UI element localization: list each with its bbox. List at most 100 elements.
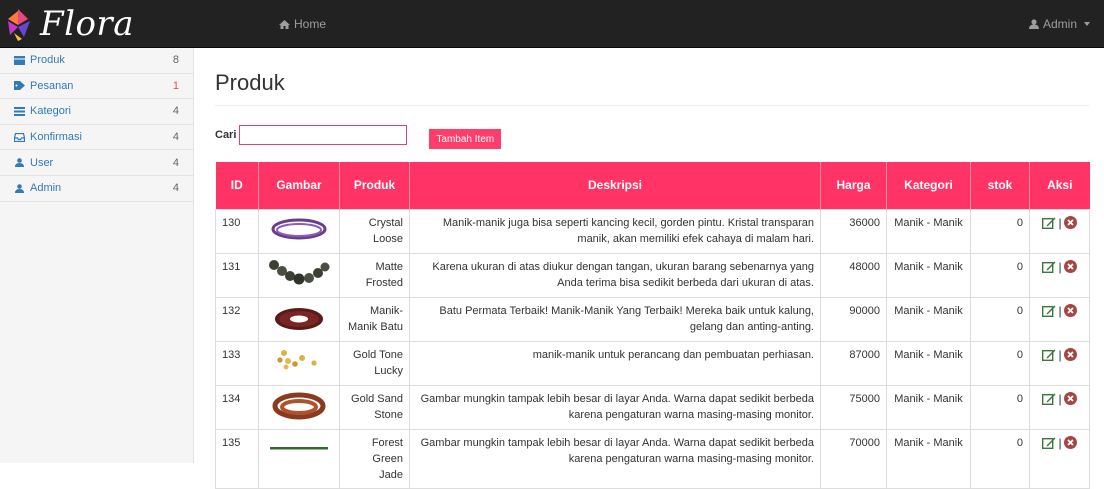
sidebar-item-konfirmasi[interactable]: Konfirmasi 4 (0, 125, 193, 151)
cell-description: Manik-manik juga bisa seperti kancing ke… (409, 208, 821, 254)
flora-logo-icon (8, 9, 30, 41)
sidebar-item-admin[interactable]: Admin 4 (0, 176, 193, 202)
column-header-image[interactable]: Gambar (258, 162, 340, 209)
edit-icon[interactable] (1042, 437, 1056, 449)
column-header-product[interactable]: Produk (339, 162, 410, 209)
green-bead-strand-icon[interactable] (268, 435, 330, 455)
cell-description: manik-manik untuk perancang dan pembuata… (409, 340, 821, 386)
delete-icon[interactable] (1063, 436, 1077, 450)
user-menu-label: Admin (1042, 17, 1077, 31)
cell-category: Manik - Manik (886, 340, 971, 386)
cell-price: 70000 (820, 428, 887, 489)
delete-icon[interactable] (1063, 260, 1077, 274)
goldstone-bead-strand-icon[interactable] (271, 391, 327, 421)
list-icon (14, 106, 25, 116)
column-header-id[interactable]: ID (215, 162, 259, 209)
cell-id: 130 (215, 208, 259, 254)
cell-actions: | (1029, 252, 1090, 298)
main-content: Produk Cari Tambah Item ID Gambar Produk… (215, 48, 1090, 489)
action-separator: | (1058, 435, 1062, 450)
purple-bead-strand-icon[interactable] (269, 215, 329, 241)
user-icon (1028, 19, 1039, 29)
action-separator: | (1058, 303, 1062, 318)
inbox-icon (14, 132, 25, 142)
add-item-button[interactable]: Tambah Item (429, 129, 502, 149)
cell-category: Manik - Manik (886, 208, 971, 254)
column-header-price[interactable]: Harga (820, 162, 887, 209)
edit-icon[interactable] (1042, 261, 1056, 273)
nav-home-link[interactable]: Home (279, 17, 326, 31)
sidebar-item-content: Produk (14, 54, 65, 66)
sidebar-item-content: User (14, 157, 53, 169)
sidebar-item-pesanan[interactable]: Pesanan 1 (0, 74, 193, 100)
cell-description: Karena ukuran di atas diukur dengan tang… (409, 252, 821, 298)
cell-price: 75000 (820, 384, 887, 430)
cell-stock: 0 (970, 296, 1030, 342)
cell-actions: | (1029, 428, 1090, 489)
table-row: 131 Matte Frosted Karena ukuran di atas … (215, 252, 1090, 298)
gold-beads-icon[interactable] (274, 347, 324, 373)
cell-id: 135 (215, 428, 259, 489)
sidebar-item-count: 4 (172, 182, 179, 195)
sidebar-item-count: 4 (172, 156, 179, 169)
sidebar-item-label: Kategori (30, 105, 71, 118)
column-header-category[interactable]: Kategori (886, 162, 971, 209)
sidebar-item-produk[interactable]: Produk 8 (0, 48, 193, 74)
delete-icon[interactable] (1063, 392, 1077, 406)
brand-name: Flora (40, 4, 134, 44)
cell-category: Manik - Manik (886, 384, 971, 430)
cell-product: Forest Green Jade (339, 428, 410, 489)
user-icon (15, 158, 24, 168)
table-row: 134 Gold Sand Stone Gambar mungkin tampa… (215, 384, 1090, 430)
search-input[interactable] (239, 125, 408, 145)
cell-product: Matte Frosted (339, 252, 410, 298)
red-bead-strand-icon[interactable] (271, 303, 327, 333)
sidebar-item-user[interactable]: User 4 (0, 150, 193, 176)
search-label: Cari (215, 129, 237, 141)
column-header-actions[interactable]: Aksi (1029, 162, 1090, 209)
sidebar-item-content: Konfirmasi (14, 131, 82, 143)
cell-stock: 0 (970, 252, 1030, 298)
sidebar: Produk 8 Pesanan 1 Kategori 4 Konfirmasi… (0, 48, 194, 463)
nav-home-label: Home (294, 17, 327, 31)
sidebar-item-label: User (30, 156, 54, 169)
edit-icon[interactable] (1042, 393, 1056, 405)
cell-image (258, 296, 340, 342)
cell-product: Gold Tone Lucky (339, 340, 410, 386)
sidebar-item-kategori[interactable]: Kategori 4 (0, 99, 193, 125)
cell-product: Gold Sand Stone (339, 384, 410, 430)
box-icon (14, 55, 25, 65)
delete-icon[interactable] (1063, 304, 1077, 318)
column-header-stock[interactable]: stok (970, 162, 1030, 209)
cell-stock: 0 (970, 340, 1030, 386)
cell-image (258, 428, 340, 489)
delete-icon[interactable] (1063, 216, 1077, 230)
top-navbar: Flora Home Admin (0, 0, 1104, 48)
search-row: Cari Tambah Item (215, 122, 1089, 149)
user-menu-dropdown[interactable]: Admin (1028, 17, 1090, 31)
cell-category: Manik - Manik (886, 252, 971, 298)
cell-image (258, 384, 340, 430)
cell-category: Manik - Manik (886, 428, 971, 489)
sidebar-item-content: Pesanan (14, 80, 73, 92)
dark-bead-strand-icon[interactable] (268, 259, 330, 289)
cell-image (258, 340, 340, 386)
cell-actions: | (1029, 384, 1090, 430)
edit-icon[interactable] (1042, 217, 1056, 229)
edit-icon[interactable] (1042, 305, 1056, 317)
column-header-description[interactable]: Deskripsi (409, 162, 821, 209)
sidebar-item-label: Konfirmasi (30, 131, 82, 144)
cell-id: 131 (215, 252, 259, 298)
cell-actions: | (1029, 296, 1090, 342)
cell-product: Crystal Loose (339, 208, 410, 254)
table-row: 132 Manik-Manik Batu Batu Permata Terbai… (215, 296, 1090, 342)
sidebar-item-count: 4 (172, 105, 179, 118)
cell-actions: | (1029, 340, 1090, 386)
sidebar-item-content: Admin (14, 182, 61, 194)
table-header-row: ID Gambar Produk Deskripsi Harga Kategor… (215, 162, 1090, 209)
delete-icon[interactable] (1063, 348, 1077, 362)
page-title: Produk (215, 70, 1089, 106)
cell-stock: 0 (970, 428, 1030, 489)
edit-icon[interactable] (1042, 349, 1056, 361)
brand-logo[interactable]: Flora (4, 2, 134, 46)
